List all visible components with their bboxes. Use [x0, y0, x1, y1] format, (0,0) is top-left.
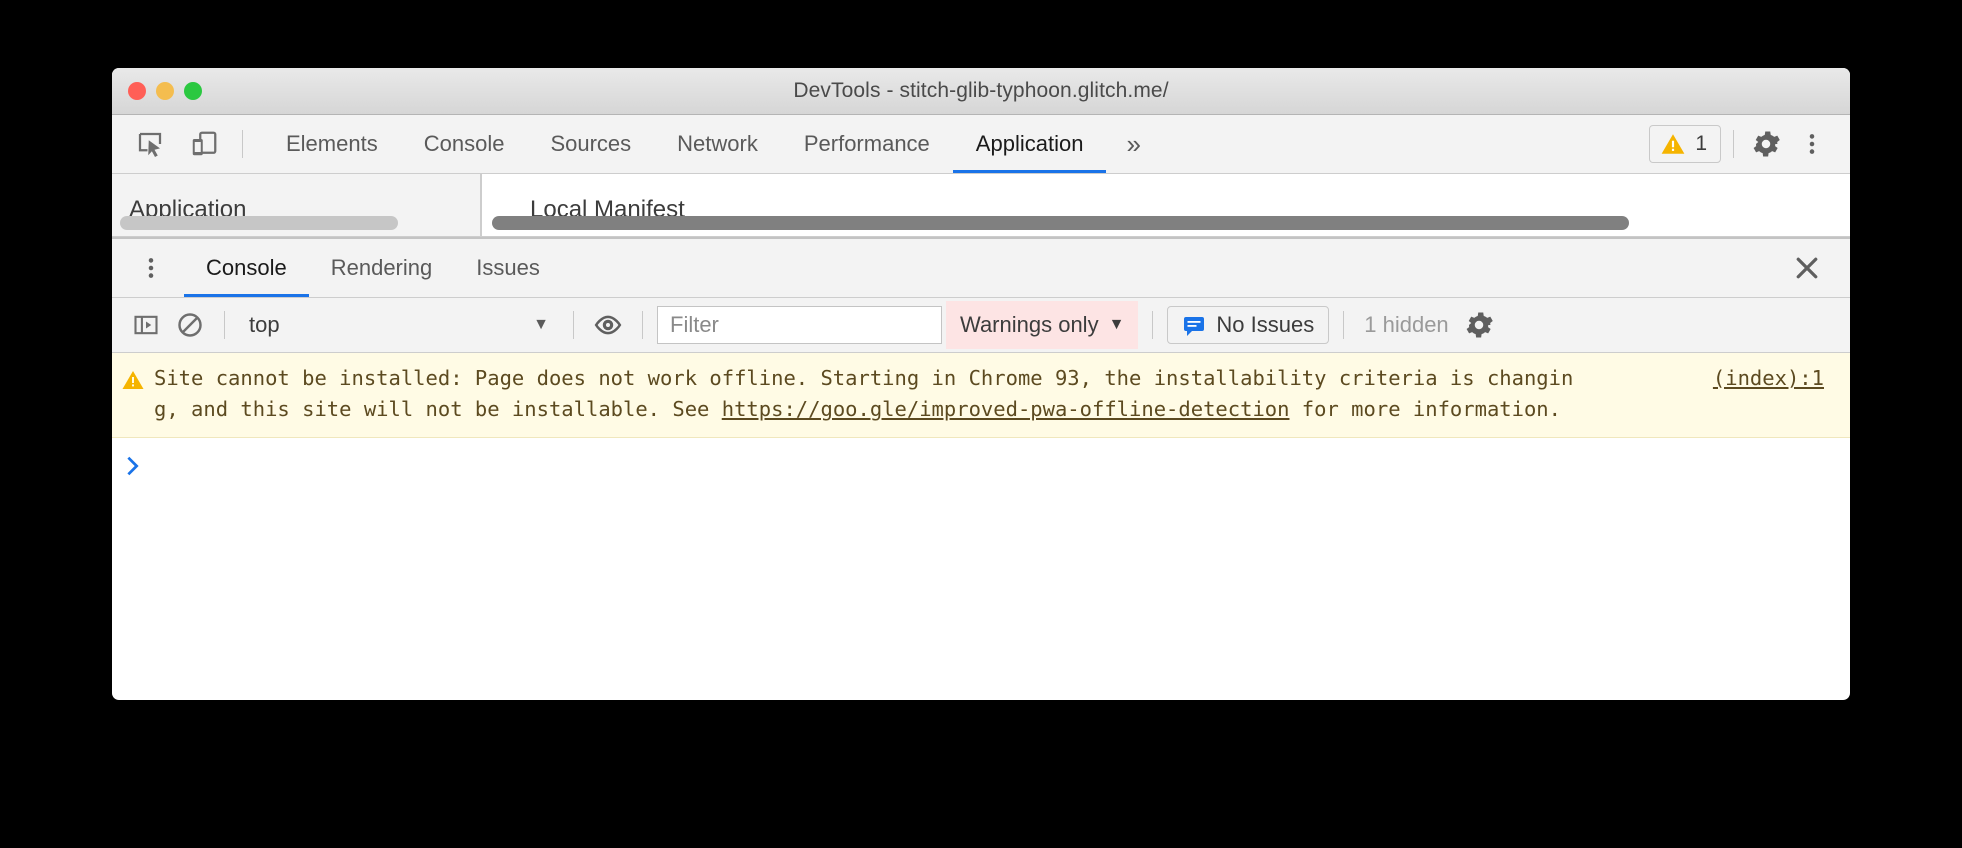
console-prompt-row[interactable] — [112, 438, 1850, 480]
drawer-tab-console[interactable]: Console — [184, 239, 309, 297]
devtools-tabbar: Elements Console Sources Network Perform… — [112, 115, 1850, 174]
application-sidebar[interactable]: Application — [112, 174, 481, 236]
device-toolbar-icon — [192, 131, 217, 156]
console-message-source-link[interactable]: (index):1 — [1713, 366, 1824, 390]
console-toolbar-divider-1 — [224, 311, 225, 339]
warning-text-part2: for more information. — [1289, 397, 1561, 421]
kebab-menu-icon — [148, 258, 154, 278]
application-main-pane: Local Manifest — [481, 174, 1850, 236]
warning-triangle-icon — [122, 371, 144, 389]
minimize-window-button[interactable] — [156, 82, 174, 100]
drawer-close-button[interactable] — [1792, 239, 1850, 297]
device-toolbar-button[interactable] — [184, 124, 224, 164]
message-icon-cell — [112, 363, 154, 425]
console-prompt-input[interactable] — [154, 452, 1850, 480]
clear-console-button[interactable] — [170, 305, 210, 345]
toolbar-divider — [242, 130, 243, 158]
console-issues-button[interactable]: No Issues — [1167, 306, 1330, 344]
tab-console[interactable]: Console — [401, 115, 528, 173]
tab-elements[interactable]: Elements — [263, 115, 401, 173]
console-toolbar-divider-3 — [642, 311, 643, 339]
devtools-panel-tabs: Elements Console Sources Network Perform… — [249, 115, 1649, 173]
devtools-window: DevTools - stitch-glib-typhoon.glitch.me… — [112, 68, 1850, 700]
chevron-right-icon — [127, 456, 139, 476]
main-horizontal-scrollbar[interactable] — [492, 216, 1629, 230]
close-window-button[interactable] — [128, 82, 146, 100]
tab-application[interactable]: Application — [952, 115, 1107, 173]
gear-icon — [1466, 312, 1493, 338]
drawer-menu-button[interactable] — [112, 239, 184, 297]
console-warning-message[interactable]: Site cannot be installed: Page does not … — [112, 353, 1850, 438]
clear-console-icon — [178, 313, 202, 337]
console-toolbar-divider-5 — [1343, 311, 1345, 339]
window-titlebar: DevTools - stitch-glib-typhoon.glitch.me… — [112, 68, 1850, 115]
inspect-element-button[interactable] — [130, 124, 170, 164]
console-level-value: Warnings only — [960, 312, 1099, 337]
console-hidden-count: 1 hidden — [1364, 312, 1449, 337]
console-warning-text: Site cannot be installed: Page does not … — [154, 363, 1850, 425]
devtools-tool-icons — [112, 115, 236, 173]
console-sidebar-toggle-button[interactable] — [126, 305, 166, 345]
devtools-main-menu-button[interactable] — [1792, 124, 1832, 164]
devtools-settings-button[interactable] — [1746, 124, 1786, 164]
live-expression-button[interactable] — [588, 305, 628, 345]
console-sidebar-toggle-icon — [134, 315, 158, 335]
tab-sources[interactable]: Sources — [527, 115, 654, 173]
issues-message-icon — [1184, 317, 1205, 336]
inspect-element-icon — [138, 132, 162, 157]
chevron-down-icon: ▼ — [1108, 316, 1125, 333]
console-prompt-chevron-cell — [112, 452, 154, 477]
warning-count-label: 1 — [1695, 132, 1707, 155]
console-settings-button[interactable] — [1459, 305, 1499, 345]
live-expression-eye-icon — [594, 315, 622, 335]
warning-count-badge[interactable]: 1 — [1649, 125, 1721, 163]
drawer-tabbar: Console Rendering Issues — [112, 239, 1850, 298]
tab-network[interactable]: Network — [654, 115, 781, 173]
tab-performance[interactable]: Performance — [781, 115, 953, 173]
devtools-drawer: Console Rendering Issues top ▼ Filter Wa… — [112, 237, 1850, 480]
chevron-down-icon: ▼ — [533, 316, 549, 333]
warning-triangle-icon — [1661, 134, 1685, 154]
console-filter-input[interactable] — [657, 306, 942, 344]
sidebar-horizontal-scrollbar[interactable] — [120, 216, 398, 230]
console-context-selector[interactable]: top ▼ — [239, 306, 559, 344]
console-toolbar-divider-2 — [573, 311, 574, 339]
console-level-selector[interactable]: Warnings only ▼ — [946, 301, 1139, 349]
window-title: DevTools - stitch-glib-typhoon.glitch.me… — [793, 79, 1169, 102]
devtools-toolbar-right: 1 — [1649, 115, 1850, 173]
warning-link[interactable]: https://goo.gle/improved-pwa-offline-det… — [722, 397, 1290, 421]
close-icon — [1796, 257, 1818, 279]
screen-root: DevTools - stitch-glib-typhoon.glitch.me… — [0, 0, 1962, 848]
maximize-window-button[interactable] — [184, 82, 202, 100]
console-toolbar: top ▼ Warnings only ▼ — [112, 298, 1850, 353]
kebab-menu-icon — [1809, 134, 1815, 154]
console-context-value: top — [249, 312, 280, 337]
console-issues-label: No Issues — [1216, 312, 1315, 337]
console-toolbar-divider-4 — [1152, 311, 1154, 339]
toolbar-divider-right — [1733, 130, 1734, 158]
drawer-tab-issues[interactable]: Issues — [454, 239, 562, 297]
traffic-light-group — [128, 82, 202, 100]
gear-icon — [1753, 131, 1780, 157]
console-message-list: Site cannot be installed: Page does not … — [112, 353, 1850, 480]
application-panel-strip: Application Local Manifest — [112, 174, 1850, 237]
more-tabs-button[interactable]: » — [1106, 115, 1160, 173]
drawer-tab-rendering[interactable]: Rendering — [309, 239, 455, 297]
